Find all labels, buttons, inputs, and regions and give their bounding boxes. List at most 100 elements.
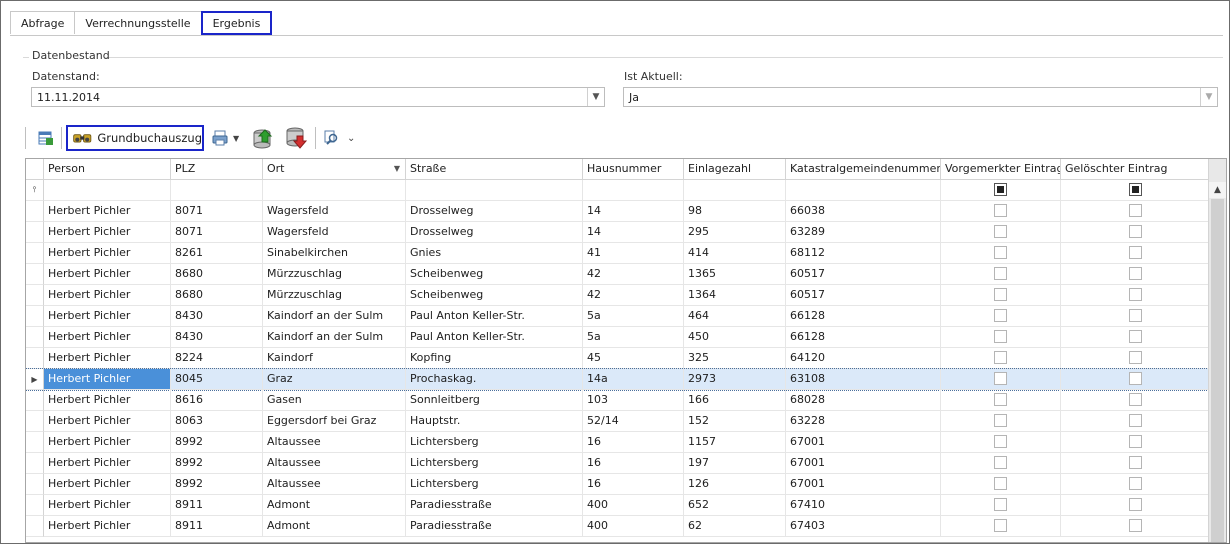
- print-dropdown-button[interactable]: ▼: [211, 129, 239, 147]
- row-indicator[interactable]: [26, 201, 44, 222]
- table-row[interactable]: Herbert Pichler 8992 Altaussee Lichtersberg…: [26, 474, 1210, 495]
- checkbox[interactable]: [994, 518, 1007, 532]
- cell-plz[interactable]: 8430: [171, 306, 263, 327]
- column-header-katastralgemeindenummer[interactable]: Katastralgemeindenummer: [786, 159, 941, 180]
- checkbox[interactable]: [1128, 455, 1142, 469]
- checkbox[interactable]: [1128, 224, 1142, 238]
- cell-geloeschter-eintrag[interactable]: [1061, 222, 1210, 243]
- cell-vorgemerkter-eintrag[interactable]: [941, 222, 1061, 243]
- cell-vorgemerkter-eintrag[interactable]: [941, 264, 1061, 285]
- cell-ort[interactable]: Admont: [263, 495, 406, 516]
- cell-katastralgemeindenummer[interactable]: 63289: [786, 222, 941, 243]
- filter-cell-person[interactable]: [44, 180, 171, 201]
- cell-ort[interactable]: Gasen: [263, 390, 406, 411]
- cell-person[interactable]: Herbert Pichler: [44, 264, 171, 285]
- cell-vorgemerkter-eintrag[interactable]: [941, 390, 1061, 411]
- cell-plz[interactable]: 8261: [171, 243, 263, 264]
- cell-katastralgemeindenummer[interactable]: 60517: [786, 285, 941, 306]
- cell-vorgemerkter-eintrag[interactable]: [941, 243, 1061, 264]
- cell-geloeschter-eintrag[interactable]: [1061, 348, 1210, 369]
- checkbox[interactable]: [994, 371, 1007, 385]
- column-header-plz[interactable]: PLZ: [171, 159, 263, 180]
- cell-vorgemerkter-eintrag[interactable]: [941, 285, 1061, 306]
- cell-vorgemerkter-eintrag[interactable]: [941, 369, 1061, 390]
- row-indicator[interactable]: [26, 243, 44, 264]
- cell-ort[interactable]: Graz: [263, 369, 406, 390]
- cell-plz[interactable]: 8911: [171, 516, 263, 537]
- cell-vorgemerkter-eintrag[interactable]: [941, 348, 1061, 369]
- cell-strasse[interactable]: Scheibenweg: [406, 264, 583, 285]
- cell-plz[interactable]: 8063: [171, 411, 263, 432]
- cell-person[interactable]: Herbert Pichler: [44, 369, 171, 390]
- table-row[interactable]: Herbert Pichler 8911 Admont Paradiesstraße 4…: [26, 516, 1210, 537]
- cell-hausnummer[interactable]: 16: [583, 474, 684, 495]
- cell-hausnummer[interactable]: 52/14: [583, 411, 684, 432]
- cell-vorgemerkter-eintrag[interactable]: [941, 306, 1061, 327]
- cell-geloeschter-eintrag[interactable]: [1061, 495, 1210, 516]
- table-row[interactable]: Herbert Pichler 8430 Kaindorf an der Sulm P…: [26, 327, 1210, 348]
- cell-hausnummer[interactable]: 16: [583, 453, 684, 474]
- table-row[interactable]: Herbert Pichler 8224 Kaindorf Kopfing 45 325 6…: [26, 348, 1210, 369]
- cell-katastralgemeindenummer[interactable]: 63228: [786, 411, 941, 432]
- column-header-strasse[interactable]: Straße: [406, 159, 583, 180]
- cell-plz[interactable]: 8992: [171, 432, 263, 453]
- row-indicator[interactable]: [26, 264, 44, 285]
- cell-plz[interactable]: 8224: [171, 348, 263, 369]
- cell-geloeschter-eintrag[interactable]: [1061, 516, 1210, 537]
- cell-plz[interactable]: 8911: [171, 495, 263, 516]
- checkbox[interactable]: [1128, 371, 1142, 385]
- cell-hausnummer[interactable]: 103: [583, 390, 684, 411]
- filter-cell-geloeschter-eintrag[interactable]: [1061, 180, 1210, 201]
- cell-strasse[interactable]: Lichtersberg: [406, 453, 583, 474]
- column-header-geloeschter-eintrag[interactable]: Gelöschter Eintrag: [1061, 159, 1210, 180]
- checkbox[interactable]: [994, 350, 1007, 364]
- checkbox[interactable]: [994, 266, 1007, 280]
- row-indicator[interactable]: [26, 306, 44, 327]
- filter-cell-vorgemerkter-eintrag[interactable]: [941, 180, 1061, 201]
- cell-hausnummer[interactable]: 5a: [583, 306, 684, 327]
- checkbox[interactable]: [1128, 266, 1142, 280]
- cell-person[interactable]: Herbert Pichler: [44, 453, 171, 474]
- cell-einlagezahl[interactable]: 197: [684, 453, 786, 474]
- cell-einlagezahl[interactable]: 98: [684, 201, 786, 222]
- cell-strasse[interactable]: Scheibenweg: [406, 285, 583, 306]
- cell-katastralgemeindenummer[interactable]: 67403: [786, 516, 941, 537]
- cell-hausnummer[interactable]: 14a: [583, 369, 684, 390]
- column-header-vorgemerkter-eintrag[interactable]: Vorgemerkter Eintrag: [941, 159, 1061, 180]
- cell-einlagezahl[interactable]: 1364: [684, 285, 786, 306]
- cell-vorgemerkter-eintrag[interactable]: [941, 495, 1061, 516]
- cell-ort[interactable]: Altaussee: [263, 474, 406, 495]
- cell-strasse[interactable]: Gnies: [406, 243, 583, 264]
- cell-hausnummer[interactable]: 45: [583, 348, 684, 369]
- cell-ort[interactable]: Mürzzuschlag: [263, 264, 406, 285]
- checkbox[interactable]: [994, 392, 1007, 406]
- cell-hausnummer[interactable]: 42: [583, 285, 684, 306]
- table-row[interactable]: Herbert Pichler 8063 Eggersdorf bei Graz Ha…: [26, 411, 1210, 432]
- cell-einlagezahl[interactable]: 1365: [684, 264, 786, 285]
- chevron-down-icon[interactable]: ▼: [233, 134, 239, 143]
- cell-hausnummer[interactable]: 41: [583, 243, 684, 264]
- cell-strasse[interactable]: Lichtersberg: [406, 432, 583, 453]
- cell-ort[interactable]: Wagersfeld: [263, 201, 406, 222]
- table-row[interactable]: ▶ Herbert Pichler 8045 Graz Prochaskag. 14a 29…: [26, 368, 1211, 391]
- cell-ort[interactable]: Kaindorf an der Sulm: [263, 327, 406, 348]
- cell-person[interactable]: Herbert Pichler: [44, 432, 171, 453]
- cell-strasse[interactable]: Sonnleitberg: [406, 390, 583, 411]
- cell-ort[interactable]: Wagersfeld: [263, 222, 406, 243]
- checkbox[interactable]: [1128, 392, 1142, 406]
- cell-geloeschter-eintrag[interactable]: [1061, 411, 1210, 432]
- cell-geloeschter-eintrag[interactable]: [1061, 474, 1210, 495]
- table-row[interactable]: Herbert Pichler 8071 Wagersfeld Drosselweg 1…: [26, 222, 1210, 243]
- cell-plz[interactable]: 8680: [171, 264, 263, 285]
- cell-einlagezahl[interactable]: 152: [684, 411, 786, 432]
- cell-strasse[interactable]: Paul Anton Keller-Str.: [406, 327, 583, 348]
- cell-einlagezahl[interactable]: 414: [684, 243, 786, 264]
- cell-person[interactable]: Herbert Pichler: [44, 516, 171, 537]
- checkbox[interactable]: [994, 287, 1007, 301]
- cell-geloeschter-eintrag[interactable]: [1061, 453, 1210, 474]
- row-indicator[interactable]: ▶: [26, 369, 44, 390]
- cell-katastralgemeindenummer[interactable]: 67001: [786, 432, 941, 453]
- cell-katastralgemeindenummer[interactable]: 67410: [786, 495, 941, 516]
- cell-ort[interactable]: Altaussee: [263, 453, 406, 474]
- cell-geloeschter-eintrag[interactable]: [1061, 390, 1210, 411]
